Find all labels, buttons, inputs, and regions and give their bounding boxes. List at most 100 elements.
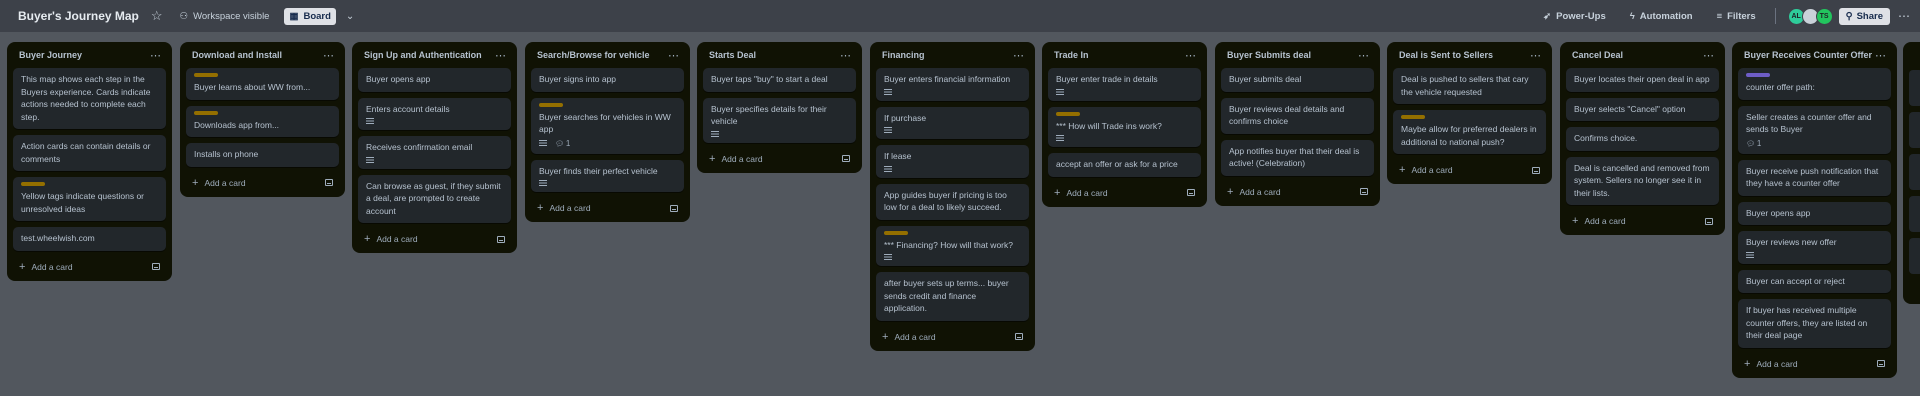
add-card-button[interactable]: + Add a card bbox=[703, 149, 856, 167]
board-title[interactable]: Buyer's Journey Map bbox=[18, 9, 139, 23]
visibility-button[interactable]: ⚇ Workspace visible bbox=[175, 8, 275, 25]
card-label[interactable] bbox=[194, 73, 218, 77]
card[interactable]: If lease bbox=[876, 145, 1029, 178]
avatar[interactable]: TS bbox=[1815, 7, 1833, 25]
card[interactable]: Can browse as guest, if they submit a de… bbox=[358, 174, 511, 223]
list-title[interactable]: Starts Deal bbox=[709, 50, 756, 60]
card[interactable]: Buyer finds their perfect vehicle bbox=[531, 159, 684, 192]
card-template-icon[interactable] bbox=[497, 235, 505, 243]
card[interactable]: after buyer sets up terms... buyer sends… bbox=[876, 272, 1029, 321]
card[interactable] bbox=[1909, 70, 1920, 106]
automation-button[interactable]: ϟ Automation bbox=[1625, 8, 1698, 25]
card[interactable]: Seller creates a counter offer and sends… bbox=[1738, 105, 1891, 154]
card[interactable]: Confirms choice. bbox=[1566, 127, 1719, 151]
card[interactable]: If buyer has received multiple counter o… bbox=[1738, 299, 1891, 348]
list-title[interactable]: Trade In bbox=[1054, 50, 1089, 60]
card-template-icon[interactable] bbox=[325, 179, 333, 186]
more-icon[interactable]: ⋯ bbox=[1358, 49, 1370, 62]
card[interactable]: App guides buyer if pricing is too low f… bbox=[876, 183, 1029, 220]
more-icon[interactable]: ⋯ bbox=[1875, 49, 1887, 62]
card[interactable]: App notifies buyer that their deal is ac… bbox=[1221, 139, 1374, 176]
share-button[interactable]: ⚲ Share bbox=[1838, 7, 1890, 25]
list-title[interactable]: Search/Browse for vehicle bbox=[537, 50, 650, 60]
more-icon[interactable]: ⋯ bbox=[840, 49, 852, 62]
list-title[interactable]: Cancel Deal bbox=[1572, 50, 1623, 60]
add-card-button[interactable]: + Add a card bbox=[1393, 160, 1546, 178]
card-label[interactable] bbox=[1056, 111, 1080, 116]
card-template-icon[interactable] bbox=[1187, 189, 1195, 196]
card[interactable] bbox=[1909, 196, 1920, 232]
card[interactable]: test.wheelwish.com bbox=[13, 227, 166, 251]
card-template-icon[interactable] bbox=[1532, 166, 1540, 174]
more-icon[interactable]: ⋯ bbox=[495, 49, 507, 62]
card[interactable] bbox=[1909, 112, 1920, 148]
more-icon[interactable]: ⋯ bbox=[150, 49, 162, 62]
list-title[interactable]: Sign Up and Authentication bbox=[364, 50, 482, 60]
card-template-icon[interactable] bbox=[1360, 188, 1368, 195]
card[interactable]: Buyer enters financial information bbox=[876, 68, 1029, 101]
card-template-icon[interactable] bbox=[152, 263, 160, 270]
card[interactable]: Buyer reviews new offer bbox=[1738, 231, 1891, 264]
card[interactable]: Action cards can contain details or comm… bbox=[13, 135, 166, 171]
card-template-icon[interactable] bbox=[1877, 360, 1885, 367]
card-template-icon[interactable] bbox=[1705, 217, 1713, 225]
more-options-icon[interactable]: ⋯ bbox=[1898, 9, 1910, 23]
add-card-button[interactable]: + Add a card bbox=[1566, 211, 1719, 229]
list-title[interactable]: Buyer Receives Counter Offer bbox=[1744, 50, 1872, 60]
card[interactable]: Buyer reviews deal details and confirms … bbox=[1221, 97, 1374, 134]
more-icon[interactable]: ⋯ bbox=[1013, 49, 1025, 62]
filters-button[interactable]: ≡ Filters bbox=[1712, 8, 1761, 25]
card[interactable]: Buyer learns about WW from... bbox=[186, 68, 339, 100]
card[interactable]: Buyer receive push notification that the… bbox=[1738, 159, 1891, 196]
card[interactable]: Deal is cancelled and removed from syste… bbox=[1566, 156, 1719, 205]
card-label[interactable] bbox=[539, 102, 563, 107]
card[interactable]: Yellow tags indicate questions or unreso… bbox=[13, 177, 166, 221]
add-card-button[interactable]: + Add a card bbox=[876, 327, 1029, 345]
card[interactable]: Buyer specifies details for their vehicl… bbox=[703, 97, 856, 143]
card-template-icon[interactable] bbox=[1015, 333, 1023, 340]
card[interactable]: Buyer signs into app bbox=[531, 68, 684, 92]
card[interactable]: Buyer opens app bbox=[358, 68, 511, 92]
more-icon[interactable]: ⋯ bbox=[1530, 49, 1542, 62]
chevron-down-icon[interactable]: ⌄ bbox=[346, 11, 354, 22]
board-view-button[interactable]: ▦ Board bbox=[284, 7, 336, 25]
card[interactable] bbox=[1909, 238, 1920, 274]
card[interactable]: Buyer opens app bbox=[1738, 201, 1891, 225]
card[interactable]: Buyer enter trade in details bbox=[1048, 68, 1201, 101]
card-label[interactable] bbox=[1401, 115, 1425, 119]
add-card-button[interactable]: + Add a card bbox=[531, 198, 684, 216]
card-template-icon[interactable] bbox=[670, 204, 678, 212]
more-icon[interactable]: ⋯ bbox=[1703, 49, 1715, 62]
list-title[interactable]: Download and Install bbox=[192, 50, 282, 60]
list-title[interactable]: Financing bbox=[882, 50, 925, 60]
card[interactable]: If purchase bbox=[876, 106, 1029, 139]
list-title[interactable]: Buyer Journey bbox=[19, 50, 82, 60]
card[interactable] bbox=[1909, 154, 1920, 190]
add-card-button[interactable]: + Add a card bbox=[1048, 183, 1201, 201]
power-ups-button[interactable]: ➶ Power-Ups bbox=[1538, 8, 1611, 25]
star-icon[interactable]: ☆ bbox=[151, 8, 163, 24]
more-icon[interactable]: ⋯ bbox=[1185, 49, 1197, 62]
list-title[interactable]: Deal is Sent to Sellers bbox=[1399, 50, 1493, 60]
card[interactable]: Receives confirmation email bbox=[358, 136, 511, 169]
card-template-icon[interactable] bbox=[842, 155, 850, 162]
card-label[interactable] bbox=[194, 110, 218, 115]
card[interactable]: Deal is pushed to sellers that cary the … bbox=[1393, 68, 1546, 104]
card[interactable]: accept an offer or ask for a price bbox=[1048, 153, 1201, 177]
add-card-button[interactable]: + Add a card bbox=[13, 257, 166, 275]
card[interactable]: Buyer selects "Cancel" option bbox=[1566, 97, 1719, 121]
card[interactable]: Installs on phone bbox=[186, 143, 339, 167]
card[interactable]: counter offer path: bbox=[1738, 68, 1891, 100]
add-card-button[interactable]: + Add a card bbox=[1738, 354, 1891, 372]
card[interactable]: Maybe allow for preferred dealers in add… bbox=[1393, 110, 1546, 154]
card[interactable]: This map shows each step in the Buyers e… bbox=[13, 68, 166, 129]
card[interactable]: Enters account details bbox=[358, 97, 511, 130]
add-card-button[interactable]: + Add a card bbox=[186, 173, 339, 191]
card[interactable]: Buyer taps "buy" to start a deal bbox=[703, 68, 856, 92]
card-label[interactable] bbox=[1746, 73, 1770, 77]
card[interactable]: *** How will Trade ins work? bbox=[1048, 106, 1201, 147]
card[interactable]: *** Financing? How will that work? bbox=[876, 225, 1029, 266]
list-title[interactable]: Buyer Submits deal bbox=[1227, 50, 1311, 60]
card[interactable]: Downloads app from... bbox=[186, 105, 339, 137]
card-label[interactable] bbox=[21, 182, 45, 186]
